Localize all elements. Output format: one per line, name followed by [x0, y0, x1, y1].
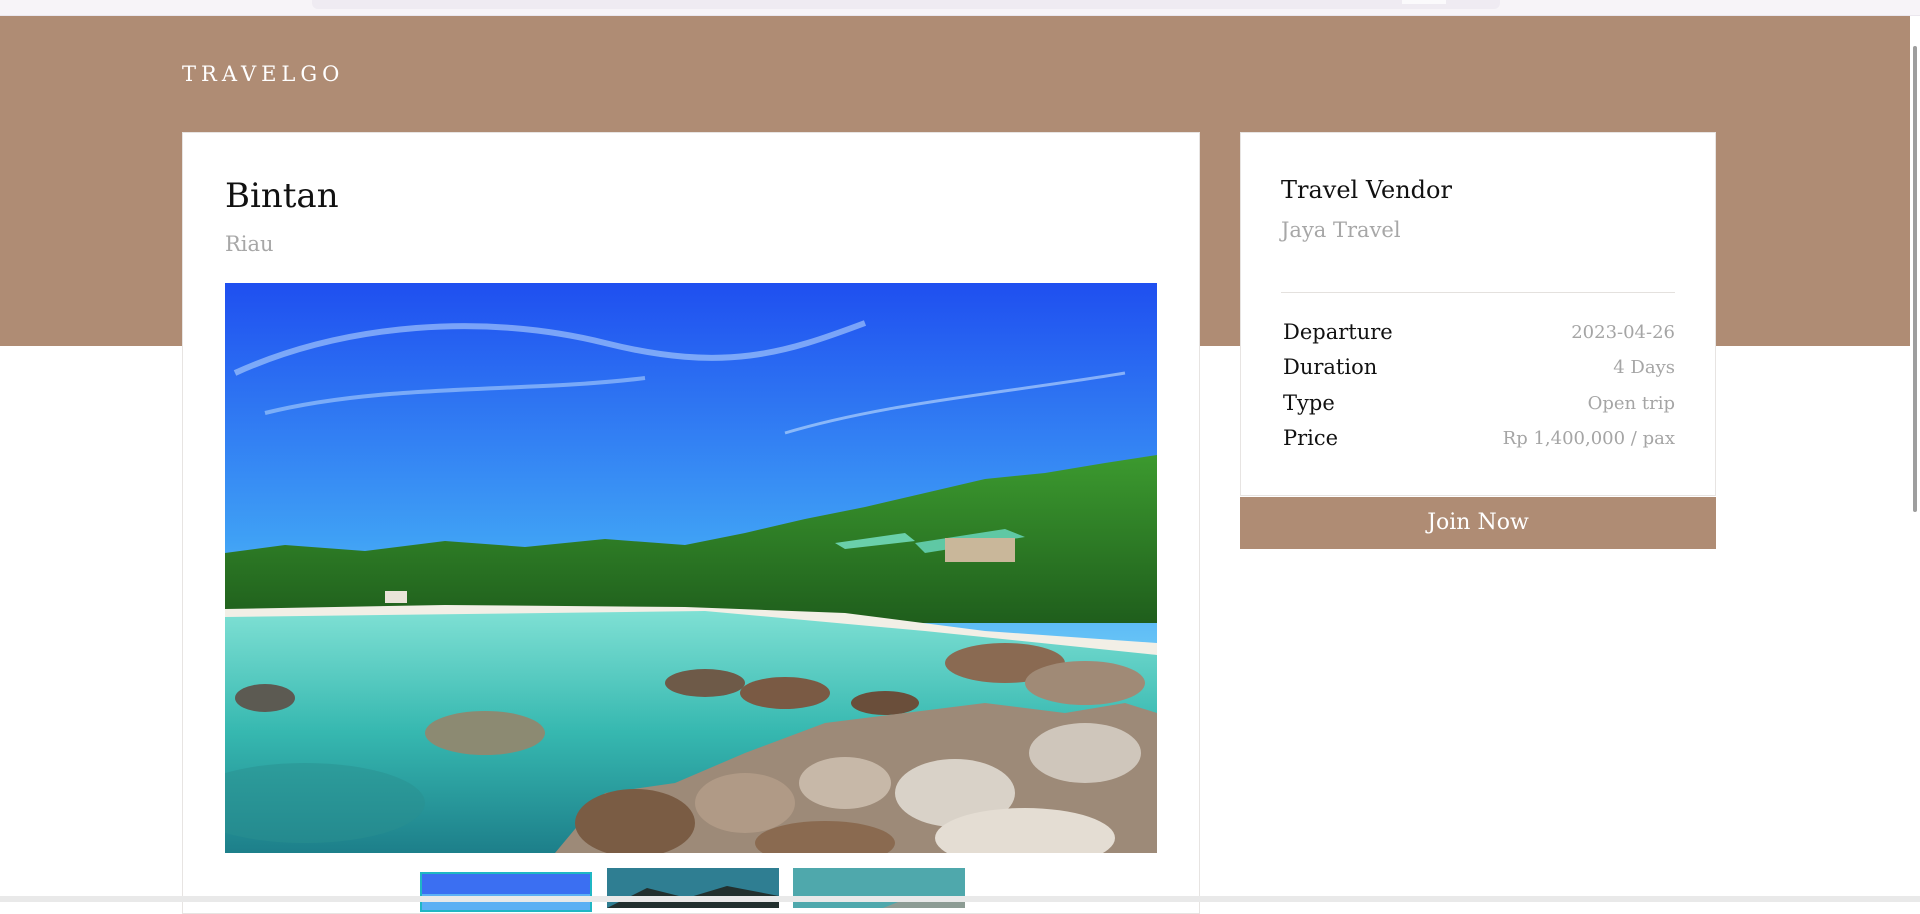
detail-label: Type	[1283, 391, 1335, 415]
detail-row-price: Price Rp 1,400,000 / pax	[1283, 426, 1675, 456]
detail-value: 2023-04-26	[1571, 322, 1675, 343]
detail-row-departure: Departure 2023-04-26	[1283, 320, 1675, 350]
window-bottom-edge	[0, 896, 1920, 902]
gallery-thumbnail-3[interactable]	[793, 868, 965, 908]
gallery-thumbnail-1[interactable]	[420, 872, 592, 912]
vendor-heading: Travel Vendor	[1281, 176, 1452, 204]
page-scrollbar[interactable]	[1910, 16, 1920, 896]
detail-label: Duration	[1283, 355, 1378, 379]
detail-row-type: Type Open trip	[1283, 391, 1675, 421]
detail-value: 4 Days	[1613, 357, 1675, 378]
destination-photo	[225, 283, 1157, 853]
detail-value: Open trip	[1587, 393, 1675, 414]
vendor-name: Jaya Travel	[1281, 218, 1401, 242]
divider	[1281, 292, 1675, 293]
scrollbar-thumb[interactable]	[1913, 46, 1917, 512]
detail-label: Departure	[1283, 320, 1393, 344]
detail-value: Rp 1,400,000 / pax	[1502, 428, 1675, 449]
destination-region: Riau	[225, 232, 274, 256]
browser-top-strip	[0, 0, 1920, 16]
site-logo[interactable]: TRAVELGO	[182, 62, 344, 86]
gallery-thumbnail-2[interactable]	[607, 868, 779, 908]
destination-title: Bintan	[225, 176, 339, 216]
address-bar-button[interactable]	[1402, 0, 1446, 4]
address-bar[interactable]	[312, 0, 1500, 9]
detail-row-duration: Duration 4 Days	[1283, 355, 1675, 385]
join-now-button[interactable]: Join Now	[1240, 497, 1716, 549]
detail-label: Price	[1283, 426, 1339, 450]
